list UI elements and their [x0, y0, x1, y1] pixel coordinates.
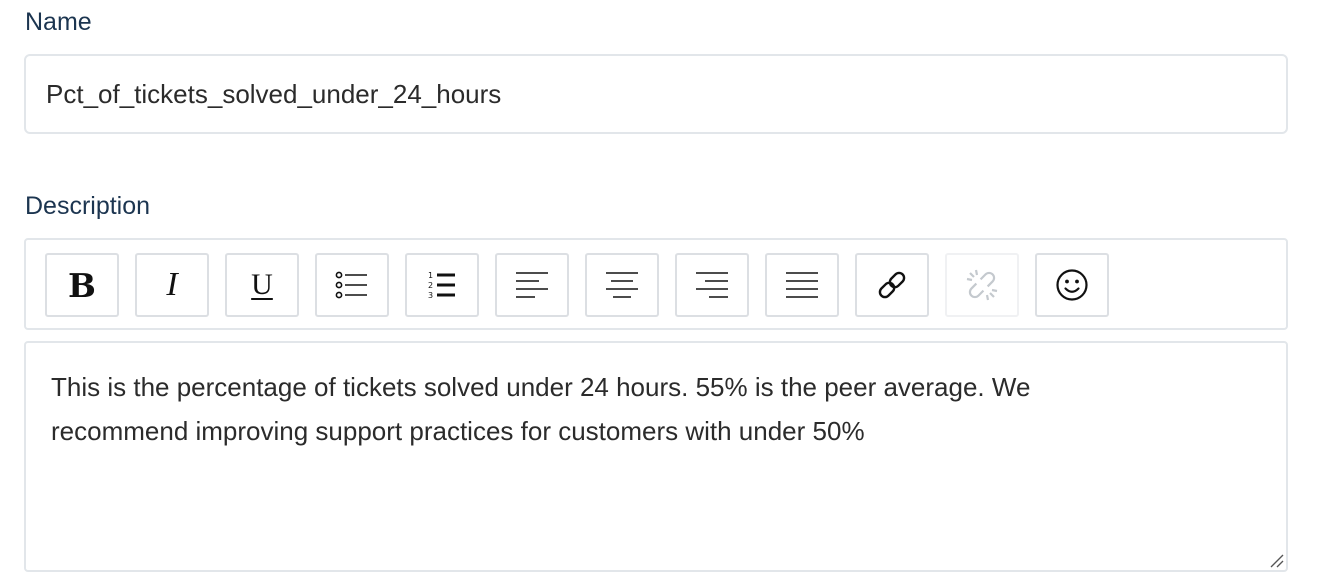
name-input[interactable] — [24, 54, 1288, 134]
insert-link-button[interactable] — [855, 253, 929, 317]
resize-handle-icon[interactable] — [1268, 552, 1284, 568]
align-left-button[interactable] — [495, 253, 569, 317]
italic-icon: I — [166, 266, 178, 303]
align-center-icon — [606, 272, 638, 298]
bold-button[interactable]: B — [45, 253, 119, 317]
link-icon — [878, 271, 906, 299]
description-label: Description — [25, 192, 151, 220]
underline-icon: U — [251, 268, 273, 301]
align-justify-button[interactable] — [765, 253, 839, 317]
numbered-list-icon: 1 2 3 — [428, 271, 455, 300]
underline-button[interactable]: U — [225, 253, 299, 317]
editor-toolbar: B I U 1 2 3 — [24, 238, 1288, 330]
unlink-icon — [966, 269, 998, 301]
align-left-icon — [516, 272, 548, 298]
description-editor[interactable]: This is the percentage of tickets solved… — [24, 341, 1288, 572]
description-text[interactable]: This is the percentage of tickets solved… — [51, 365, 1161, 453]
svg-text:2: 2 — [428, 281, 433, 290]
italic-button[interactable]: I — [135, 253, 209, 317]
remove-link-button[interactable] — [945, 253, 1019, 317]
align-center-button[interactable] — [585, 253, 659, 317]
numbered-list-button[interactable]: 1 2 3 — [405, 253, 479, 317]
svg-text:1: 1 — [428, 271, 433, 280]
bullet-list-icon — [335, 271, 367, 299]
align-right-button[interactable] — [675, 253, 749, 317]
emoji-icon — [1056, 269, 1088, 301]
bold-icon: B — [68, 265, 96, 305]
align-justify-icon — [786, 272, 818, 298]
align-right-icon — [696, 272, 728, 298]
emoji-button[interactable] — [1035, 253, 1109, 317]
svg-text:3: 3 — [428, 291, 433, 300]
name-label: Name — [25, 8, 92, 36]
metric-form: Name Description B I U 1 2 — [0, 0, 1318, 586]
bullet-list-button[interactable] — [315, 253, 389, 317]
